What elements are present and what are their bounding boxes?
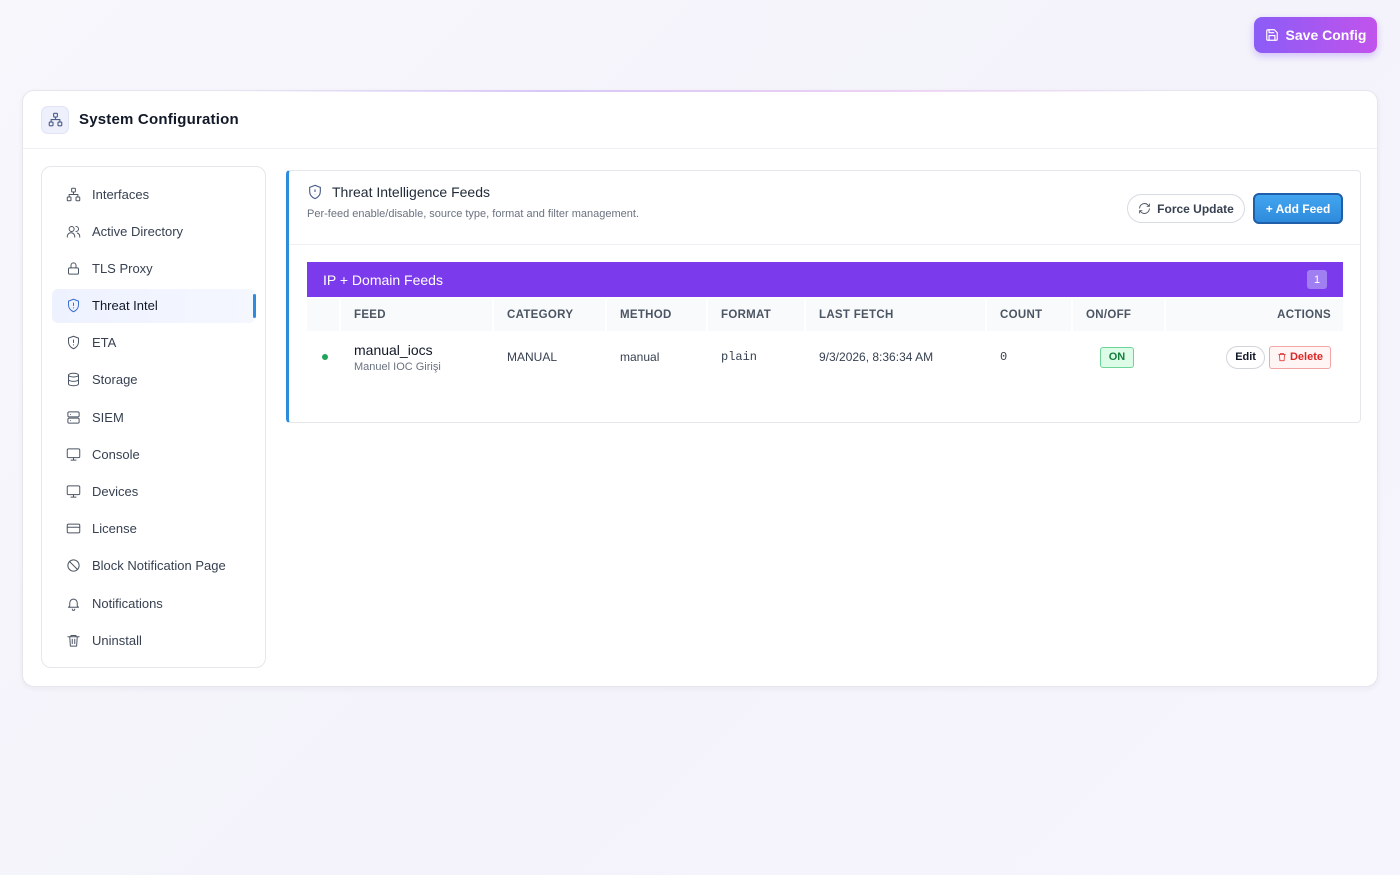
- feed-on-toggle[interactable]: ON: [1100, 346, 1134, 368]
- force-update-label: Force Update: [1157, 201, 1234, 216]
- feed-count: 0: [1000, 350, 1008, 364]
- save-config-label: Save Config: [1285, 27, 1367, 43]
- table-header-feed: FEED: [341, 299, 494, 331]
- sidebar-item-threat-intel[interactable]: Threat Intel: [52, 288, 256, 323]
- sidebar-item-label: Devices: [92, 484, 139, 499]
- table-header-status: [307, 299, 341, 331]
- table-header-actions: ACTIONS: [1166, 299, 1343, 331]
- threat-intel-panel: Threat Intelligence Feeds Per-feed enabl…: [286, 170, 1361, 423]
- monitor-icon: [66, 448, 81, 461]
- feed-description: Manuel IOC Girişi: [354, 360, 441, 373]
- sidebar-item-label: TLS Proxy: [92, 260, 153, 276]
- sidebar-item-storage[interactable]: Storage: [52, 363, 255, 397]
- feeds-count-badge: 1: [1307, 270, 1327, 289]
- feed-category: MANUAL: [507, 350, 558, 364]
- trash-icon: [1278, 353, 1286, 362]
- sidebar-item-label: Active Directory: [92, 223, 184, 239]
- sidebar-item-label: Console: [92, 446, 140, 462]
- save-config-button[interactable]: Save Config: [1254, 17, 1377, 53]
- feed-format: plain: [721, 350, 758, 364]
- status-dot-icon: [322, 354, 328, 360]
- feeds-table-header: FEED CATEGORY METHOD FORMAT LAST FETCH C…: [307, 299, 1343, 331]
- add-feed-button[interactable]: + Add Feed: [1253, 193, 1343, 224]
- sidebar-item-eta[interactable]: ETA: [52, 326, 255, 360]
- sidebar-item-label: Notifications: [92, 595, 163, 611]
- sidebar-item-label: License: [92, 521, 137, 537]
- shield-alert-icon: [68, 336, 79, 350]
- ban-icon: [67, 559, 80, 572]
- sidebar-item-label: Block Notification Page: [92, 558, 226, 574]
- server-icon: [67, 411, 80, 424]
- shield-icon: [309, 184, 321, 200]
- table-header-count: COUNT: [987, 299, 1073, 331]
- panel-subtitle: Per-feed enable/disable, source type, fo…: [307, 208, 640, 220]
- settings-sidebar: Interfaces Active Directory TLS Proxy Th…: [41, 166, 266, 668]
- trash-icon: [67, 634, 80, 647]
- feed-cell: manual_iocs Manuel IOC Girişi: [341, 342, 494, 373]
- refresh-icon: [1139, 203, 1150, 214]
- sidebar-item-siem[interactable]: SIEM: [52, 400, 255, 434]
- system-configuration-card: System Configuration Interfaces Active D…: [22, 90, 1378, 687]
- table-header-format: FORMAT: [708, 299, 806, 331]
- shield-icon: [68, 298, 79, 313]
- sidebar-item-label: ETA: [92, 335, 117, 351]
- sidebar-item-block-notification-page[interactable]: Block Notification Page: [52, 549, 255, 583]
- network-icon: [66, 187, 81, 201]
- sidebar-item-label: Storage: [92, 372, 138, 388]
- delete-feed-button[interactable]: Delete: [1268, 345, 1331, 369]
- sidebar-item-label: Uninstall: [92, 632, 142, 648]
- feeds-group-title: IP + Domain Feeds: [323, 271, 443, 288]
- feeds-group-header: IP + Domain Feeds 1: [307, 262, 1343, 297]
- force-update-button[interactable]: Force Update: [1127, 194, 1245, 223]
- feed-status-cell: [307, 354, 341, 360]
- sidebar-item-uninstall[interactable]: Uninstall: [52, 623, 255, 657]
- table-header-category: CATEGORY: [494, 299, 607, 331]
- sidebar-item-notifications[interactable]: Notifications: [52, 586, 255, 620]
- sidebar-item-label: Threat Intel: [92, 298, 158, 314]
- sidebar-item-license[interactable]: License: [52, 512, 255, 546]
- table-header-method: METHOD: [607, 299, 708, 331]
- sidebar-item-interfaces[interactable]: Interfaces: [52, 177, 255, 211]
- network-icon: [41, 105, 69, 134]
- feed-last-fetch: 9/3/2026, 8:36:34 AM: [819, 350, 934, 364]
- table-row: manual_iocs Manuel IOC Girişi MANUAL man…: [307, 336, 1343, 378]
- database-icon: [68, 373, 79, 387]
- page-title: System Configuration: [79, 111, 239, 128]
- panel-title-text: Threat Intelligence Feeds: [332, 184, 490, 200]
- feed-toggle-cell: ON: [1073, 346, 1166, 368]
- feed-name: manual_iocs: [354, 341, 433, 358]
- users-icon: [66, 225, 81, 238]
- delete-label: Delete: [1289, 351, 1323, 363]
- sidebar-item-console[interactable]: Console: [52, 437, 255, 471]
- feed-actions-cell: Edit Delete: [1166, 345, 1343, 369]
- edit-feed-button[interactable]: Edit: [1226, 345, 1265, 369]
- sidebar-item-label: SIEM: [92, 409, 124, 425]
- save-icon: [1265, 29, 1278, 41]
- sidebar-item-tls-proxy[interactable]: TLS Proxy: [52, 251, 255, 285]
- table-header-on-off: ON/OFF: [1073, 299, 1166, 331]
- panel-title: Threat Intelligence Feeds: [307, 184, 490, 200]
- sidebar-item-devices[interactable]: Devices: [52, 475, 255, 509]
- bell-icon: [68, 598, 79, 611]
- feed-method: manual: [620, 350, 660, 364]
- panel-header: Threat Intelligence Feeds Per-feed enabl…: [289, 171, 1360, 245]
- card-header: System Configuration: [23, 91, 1377, 149]
- sidebar-item-active-directory[interactable]: Active Directory: [52, 214, 255, 248]
- monitor-icon: [66, 485, 81, 498]
- sidebar-item-label: Interfaces: [92, 186, 150, 202]
- lock-icon: [68, 262, 79, 275]
- credit-card-icon: [66, 523, 81, 534]
- table-header-last-fetch: LAST FETCH: [806, 299, 987, 331]
